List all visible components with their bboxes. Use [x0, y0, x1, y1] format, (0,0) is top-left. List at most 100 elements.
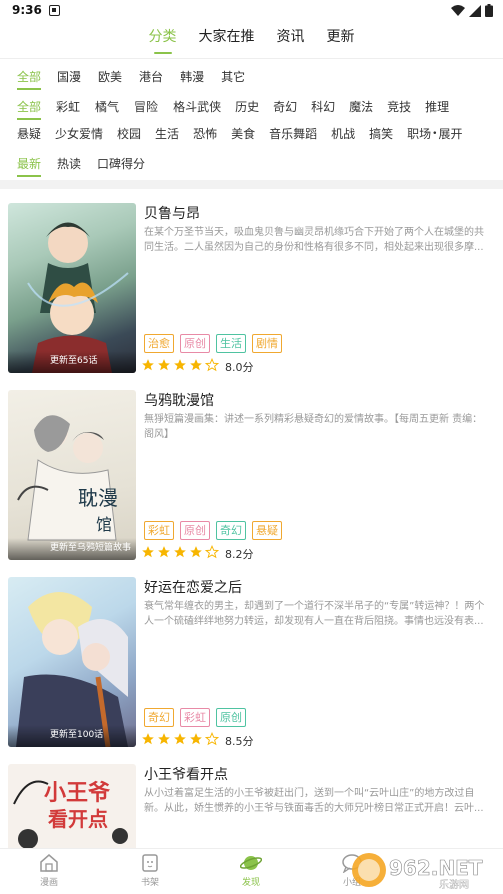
- tag-badge: 奇幻: [216, 521, 246, 540]
- genre-chip[interactable]: 冒险: [134, 98, 158, 115]
- expand-dot-icon: •: [432, 128, 438, 139]
- comic-cover[interactable]: 更新至65话: [8, 203, 136, 373]
- comic-title[interactable]: 好运在恋爱之后: [144, 577, 242, 597]
- genre-chip[interactable]: 恐怖: [193, 125, 217, 142]
- planet-icon: [240, 856, 262, 870]
- sort-chip[interactable]: 最新: [17, 155, 42, 177]
- sort-chip[interactable]: 口碑得分: [97, 155, 145, 172]
- region-chip[interactable]: 国漫: [57, 68, 81, 85]
- comic-description: 衰气常年缠衣的男主，却遇到了一个道行不深半吊子的“专属”转运神？！两个人一个硫磕…: [144, 601, 485, 627]
- star-filled-icon: [174, 733, 186, 745]
- tag-badge: 奇幻: [144, 708, 174, 727]
- comic-title[interactable]: 小王爷看开点: [144, 764, 228, 784]
- tag-badge: 原创: [180, 334, 210, 353]
- genre-chip[interactable]: 校园: [117, 125, 141, 142]
- genre-chip[interactable]: 少女爱情: [55, 125, 103, 142]
- star-filled-icon: [158, 733, 170, 745]
- genre-chip[interactable]: 奇幻: [273, 98, 297, 115]
- comic-description: 从小过着富足生活的小王爷被赶出门，送到一个叫“云叶山庄”的地方改过自新。从此，娇…: [144, 788, 484, 814]
- genre-chip[interactable]: 悬疑: [17, 125, 41, 142]
- genre-chip[interactable]: 全部: [17, 98, 42, 120]
- region-chip[interactable]: 港台: [139, 68, 163, 85]
- tab-recommend[interactable]: 大家在推: [188, 26, 266, 52]
- nav-label: 发现: [241, 878, 260, 888]
- cover-illustration: [16, 592, 128, 747]
- comic-title[interactable]: 贝鲁与昂: [144, 203, 200, 223]
- star-rating: [141, 357, 221, 376]
- sort-chip[interactable]: 热读: [57, 155, 81, 172]
- top-tabs: 分类 大家在推 资讯 更新: [0, 26, 503, 54]
- region-chip[interactable]: 全部: [17, 68, 42, 90]
- comic-description: 無猙短篇漫画集：讲述一系列精彩悬疑奇幻的爱情故事。【每周五更新 责编：阁风】: [144, 414, 483, 440]
- genre-filter-row-2: 悬疑 少女爱情 校园 生活 恐怖 美食 音乐舞蹈 机战 搞笑 职场 • 展开: [17, 125, 462, 142]
- tab-category[interactable]: 分类: [138, 26, 188, 54]
- update-label: 更新至100话: [8, 725, 136, 747]
- star-filled-icon: [174, 546, 186, 558]
- star-filled-icon: [142, 733, 154, 745]
- svg-text:小王爷: 小王爷: [44, 780, 111, 806]
- home-icon: [40, 854, 58, 872]
- comic-tags: 彩虹 原创 奇幻 悬疑: [144, 521, 282, 540]
- comic-cover[interactable]: 耽漫 馆 更新至乌鸦短篇故事集: [8, 390, 136, 560]
- nav-discover[interactable]: 发现: [221, 853, 281, 888]
- star-empty-icon: [204, 544, 220, 559]
- genre-chip[interactable]: 推理: [425, 98, 449, 115]
- tag-badge: 彩虹: [180, 708, 210, 727]
- nav-bookshelf[interactable]: 书架: [120, 853, 180, 888]
- rating-score: 8.0分: [225, 360, 254, 374]
- wifi-icon: [451, 4, 465, 16]
- tab-updates[interactable]: 更新: [316, 26, 366, 52]
- notification-icon: [49, 5, 60, 16]
- tag-badge: 原创: [180, 521, 210, 540]
- status-time: 9:36: [12, 3, 42, 17]
- genre-chip[interactable]: 生活: [155, 125, 179, 142]
- region-chip[interactable]: 其它: [221, 68, 245, 85]
- star-filled-icon: [158, 359, 170, 371]
- comic-cover[interactable]: 更新至100话: [8, 577, 136, 747]
- genre-chip[interactable]: 机战: [331, 125, 355, 142]
- tab-news[interactable]: 资讯: [266, 26, 316, 52]
- header-divider: [0, 58, 503, 59]
- genre-chip[interactable]: 科幻: [311, 98, 335, 115]
- comic-tags: 奇幻 彩虹 原创: [144, 708, 246, 727]
- region-chip[interactable]: 欧美: [98, 68, 122, 85]
- comic-card[interactable]: 更新至100话 好运在恋爱之后 衰气常年缠衣的男主，却遇到了一个道行不深半吊子的…: [0, 577, 503, 764]
- expand-button[interactable]: 展开: [438, 125, 462, 142]
- star-empty-icon: [204, 357, 220, 372]
- star-rating: [141, 731, 221, 750]
- rating: 8.2分: [141, 544, 254, 563]
- comic-cover[interactable]: 小王爷 看开点: [8, 764, 136, 848]
- comic-description: 在某个万圣节当天，吸血鬼贝鲁与幽灵昂机缘巧合下开始了两个人在城堡的共同生活。二人…: [144, 227, 484, 253]
- svg-text:馆: 馆: [96, 515, 112, 534]
- status-bar: 9:36: [0, 0, 503, 22]
- genre-chip[interactable]: 竞技: [387, 98, 411, 115]
- tag-badge: 悬疑: [252, 521, 282, 540]
- genre-chip[interactable]: 历史: [235, 98, 259, 115]
- genre-chip[interactable]: 美食: [231, 125, 255, 142]
- genre-chip[interactable]: 音乐舞蹈: [269, 125, 317, 142]
- watermark-logo: 962.NET 乐游网: [347, 848, 497, 892]
- rating-score: 8.2分: [225, 547, 254, 561]
- genre-filter-row-1: 全部 彩虹 橘气 冒险 格斗武侠 历史 奇幻 科幻 魔法 竞技 推理: [17, 98, 449, 120]
- genre-chip[interactable]: 职场: [407, 125, 431, 142]
- star-filled-icon: [190, 733, 202, 745]
- svg-text:962.NET: 962.NET: [389, 856, 483, 880]
- genre-chip[interactable]: 搞笑: [369, 125, 393, 142]
- svg-text:耽漫: 耽漫: [78, 486, 118, 510]
- nav-comics[interactable]: 漫画: [19, 853, 79, 888]
- star-filled-icon: [190, 546, 202, 558]
- region-chip[interactable]: 韩漫: [180, 68, 204, 85]
- genre-chip[interactable]: 橘气: [95, 98, 119, 115]
- genre-chip[interactable]: 魔法: [349, 98, 373, 115]
- genre-chip[interactable]: 格斗武侠: [173, 98, 221, 115]
- genre-chip[interactable]: 彩虹: [56, 98, 80, 115]
- comic-card[interactable]: 更新至65话 贝鲁与昂 在某个万圣节当天，吸血鬼贝鲁与幽灵昂机缘巧合下开始了两个…: [0, 203, 503, 390]
- star-filled-icon: [142, 359, 154, 371]
- comic-card[interactable]: 耽漫 馆 更新至乌鸦短篇故事集 乌鸦耽漫馆 無猙短篇漫画集：讲述一系列精彩悬疑奇…: [0, 390, 503, 577]
- rating: 8.5分: [141, 731, 254, 750]
- comic-title[interactable]: 乌鸦耽漫馆: [144, 390, 214, 410]
- star-filled-icon: [174, 359, 186, 371]
- tag-badge: 原创: [216, 708, 246, 727]
- star-filled-icon: [158, 546, 170, 558]
- comic-card[interactable]: 小王爷 看开点 小王爷看开点 从小过着富足生活的小王爷被赶出门，送到一个叫“云叶…: [0, 764, 503, 848]
